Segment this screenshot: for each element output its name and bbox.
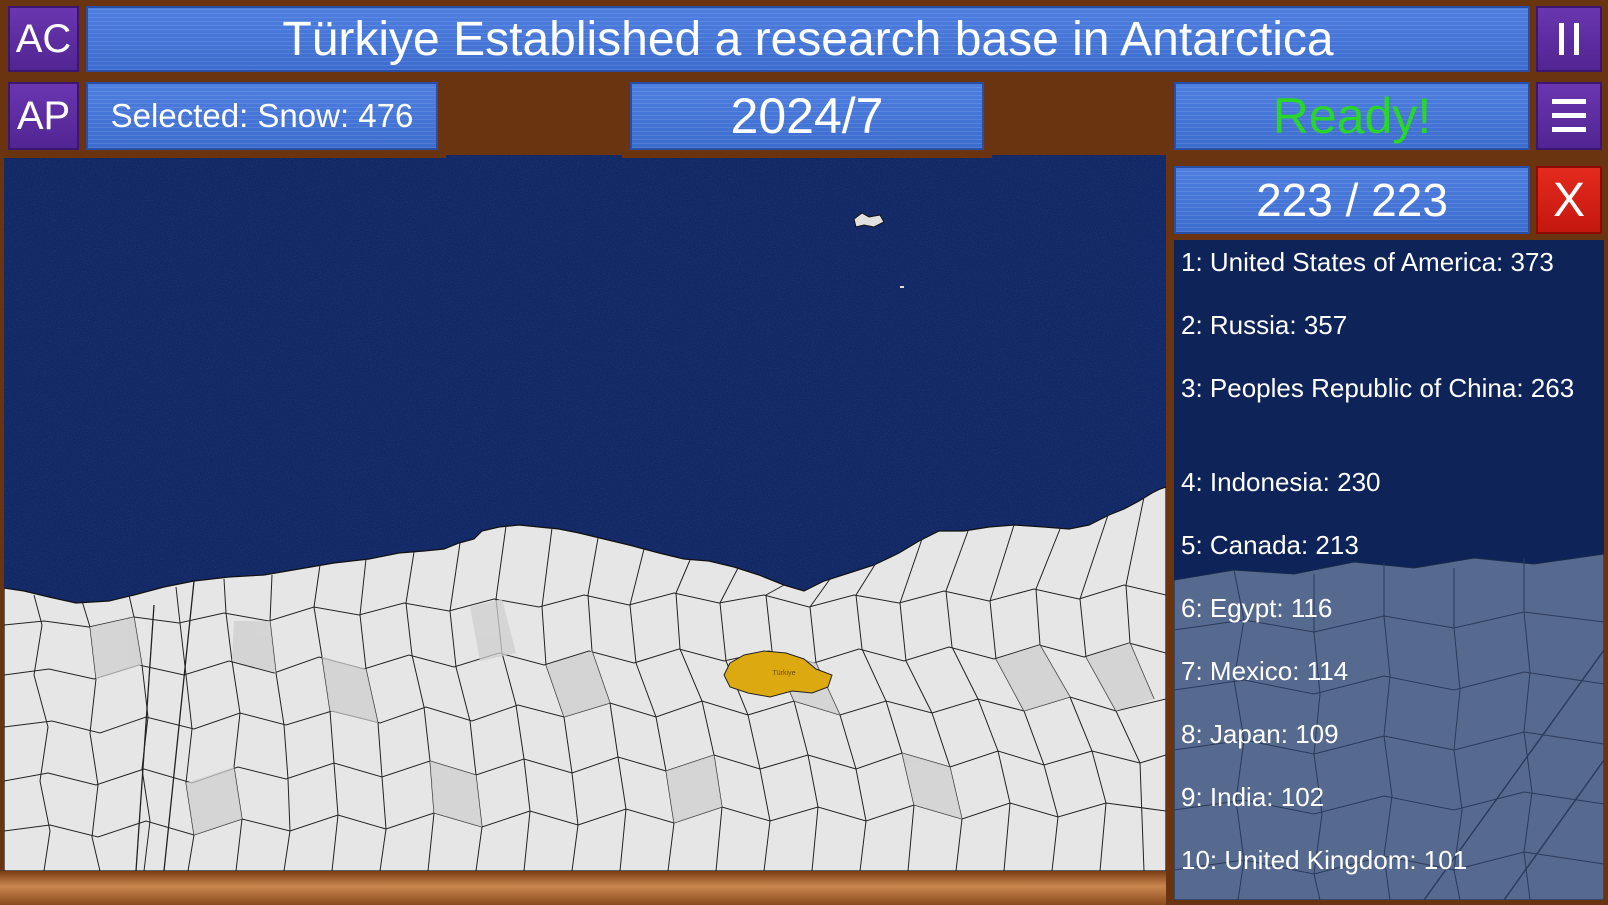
date-panel: 2024/7 [630,82,984,150]
ap-button[interactable]: AP [8,82,79,150]
close-icon: X [1552,173,1585,227]
pause-icon [1559,23,1579,55]
turkiye-label: Türkiye [773,670,796,677]
tiny-islet [900,286,904,288]
world-map[interactable]: Türkiye [4,155,1166,871]
ranking-item[interactable]: 10: United Kingdom: 101 [1181,844,1591,876]
ranking-item[interactable]: 4: Indonesia: 230 [1181,466,1591,498]
ranking-item[interactable]: 3: Peoples Republic of China: 263 [1181,372,1591,404]
game-screen: Türkiye AC Türkiye Established a researc… [0,0,1608,905]
ready-text: Ready! [1272,88,1432,144]
news-headline-banner: Türkiye Established a research base in A… [86,6,1530,72]
ranking-panel[interactable]: 1: United States of America: 373 2: Russ… [1174,240,1604,900]
pause-button[interactable] [1536,6,1602,72]
ranking-counter-panel: 223 / 223 [1174,166,1530,234]
bottom-wood-bar [0,871,1166,905]
close-ranking-button[interactable]: X [1536,166,1602,234]
ranking-item[interactable]: 5: Canada: 213 [1181,529,1591,561]
ranking-item[interactable]: 9: India: 102 [1181,781,1591,813]
ranking-item[interactable]: 7: Mexico: 114 [1181,655,1591,687]
date-text: 2024/7 [730,88,884,144]
ac-button-label: AC [15,16,72,61]
selected-info-panel: Selected: Snow: 476 [86,82,438,150]
ranking-item[interactable]: 8: Japan: 109 [1181,718,1591,750]
ranking-item[interactable]: 6: Egypt: 116 [1181,592,1591,624]
ac-button[interactable]: AC [8,6,79,72]
selected-info-text: Selected: Snow: 476 [110,97,414,134]
ranking-item[interactable]: 2: Russia: 357 [1181,309,1591,341]
map-canvas[interactable]: Türkiye [4,155,1166,871]
ap-button-label: AP [16,93,71,138]
menu-button[interactable] [1536,82,1602,150]
ready-panel[interactable]: Ready! [1174,82,1530,150]
ranking-item[interactable]: 1: United States of America: 373 [1181,246,1591,278]
left-edge-frame [0,155,4,905]
news-headline: Türkiye Established a research base in A… [282,12,1334,66]
hamburger-menu-icon [1552,99,1586,132]
ranking-counter: 223 / 223 [1256,174,1448,226]
